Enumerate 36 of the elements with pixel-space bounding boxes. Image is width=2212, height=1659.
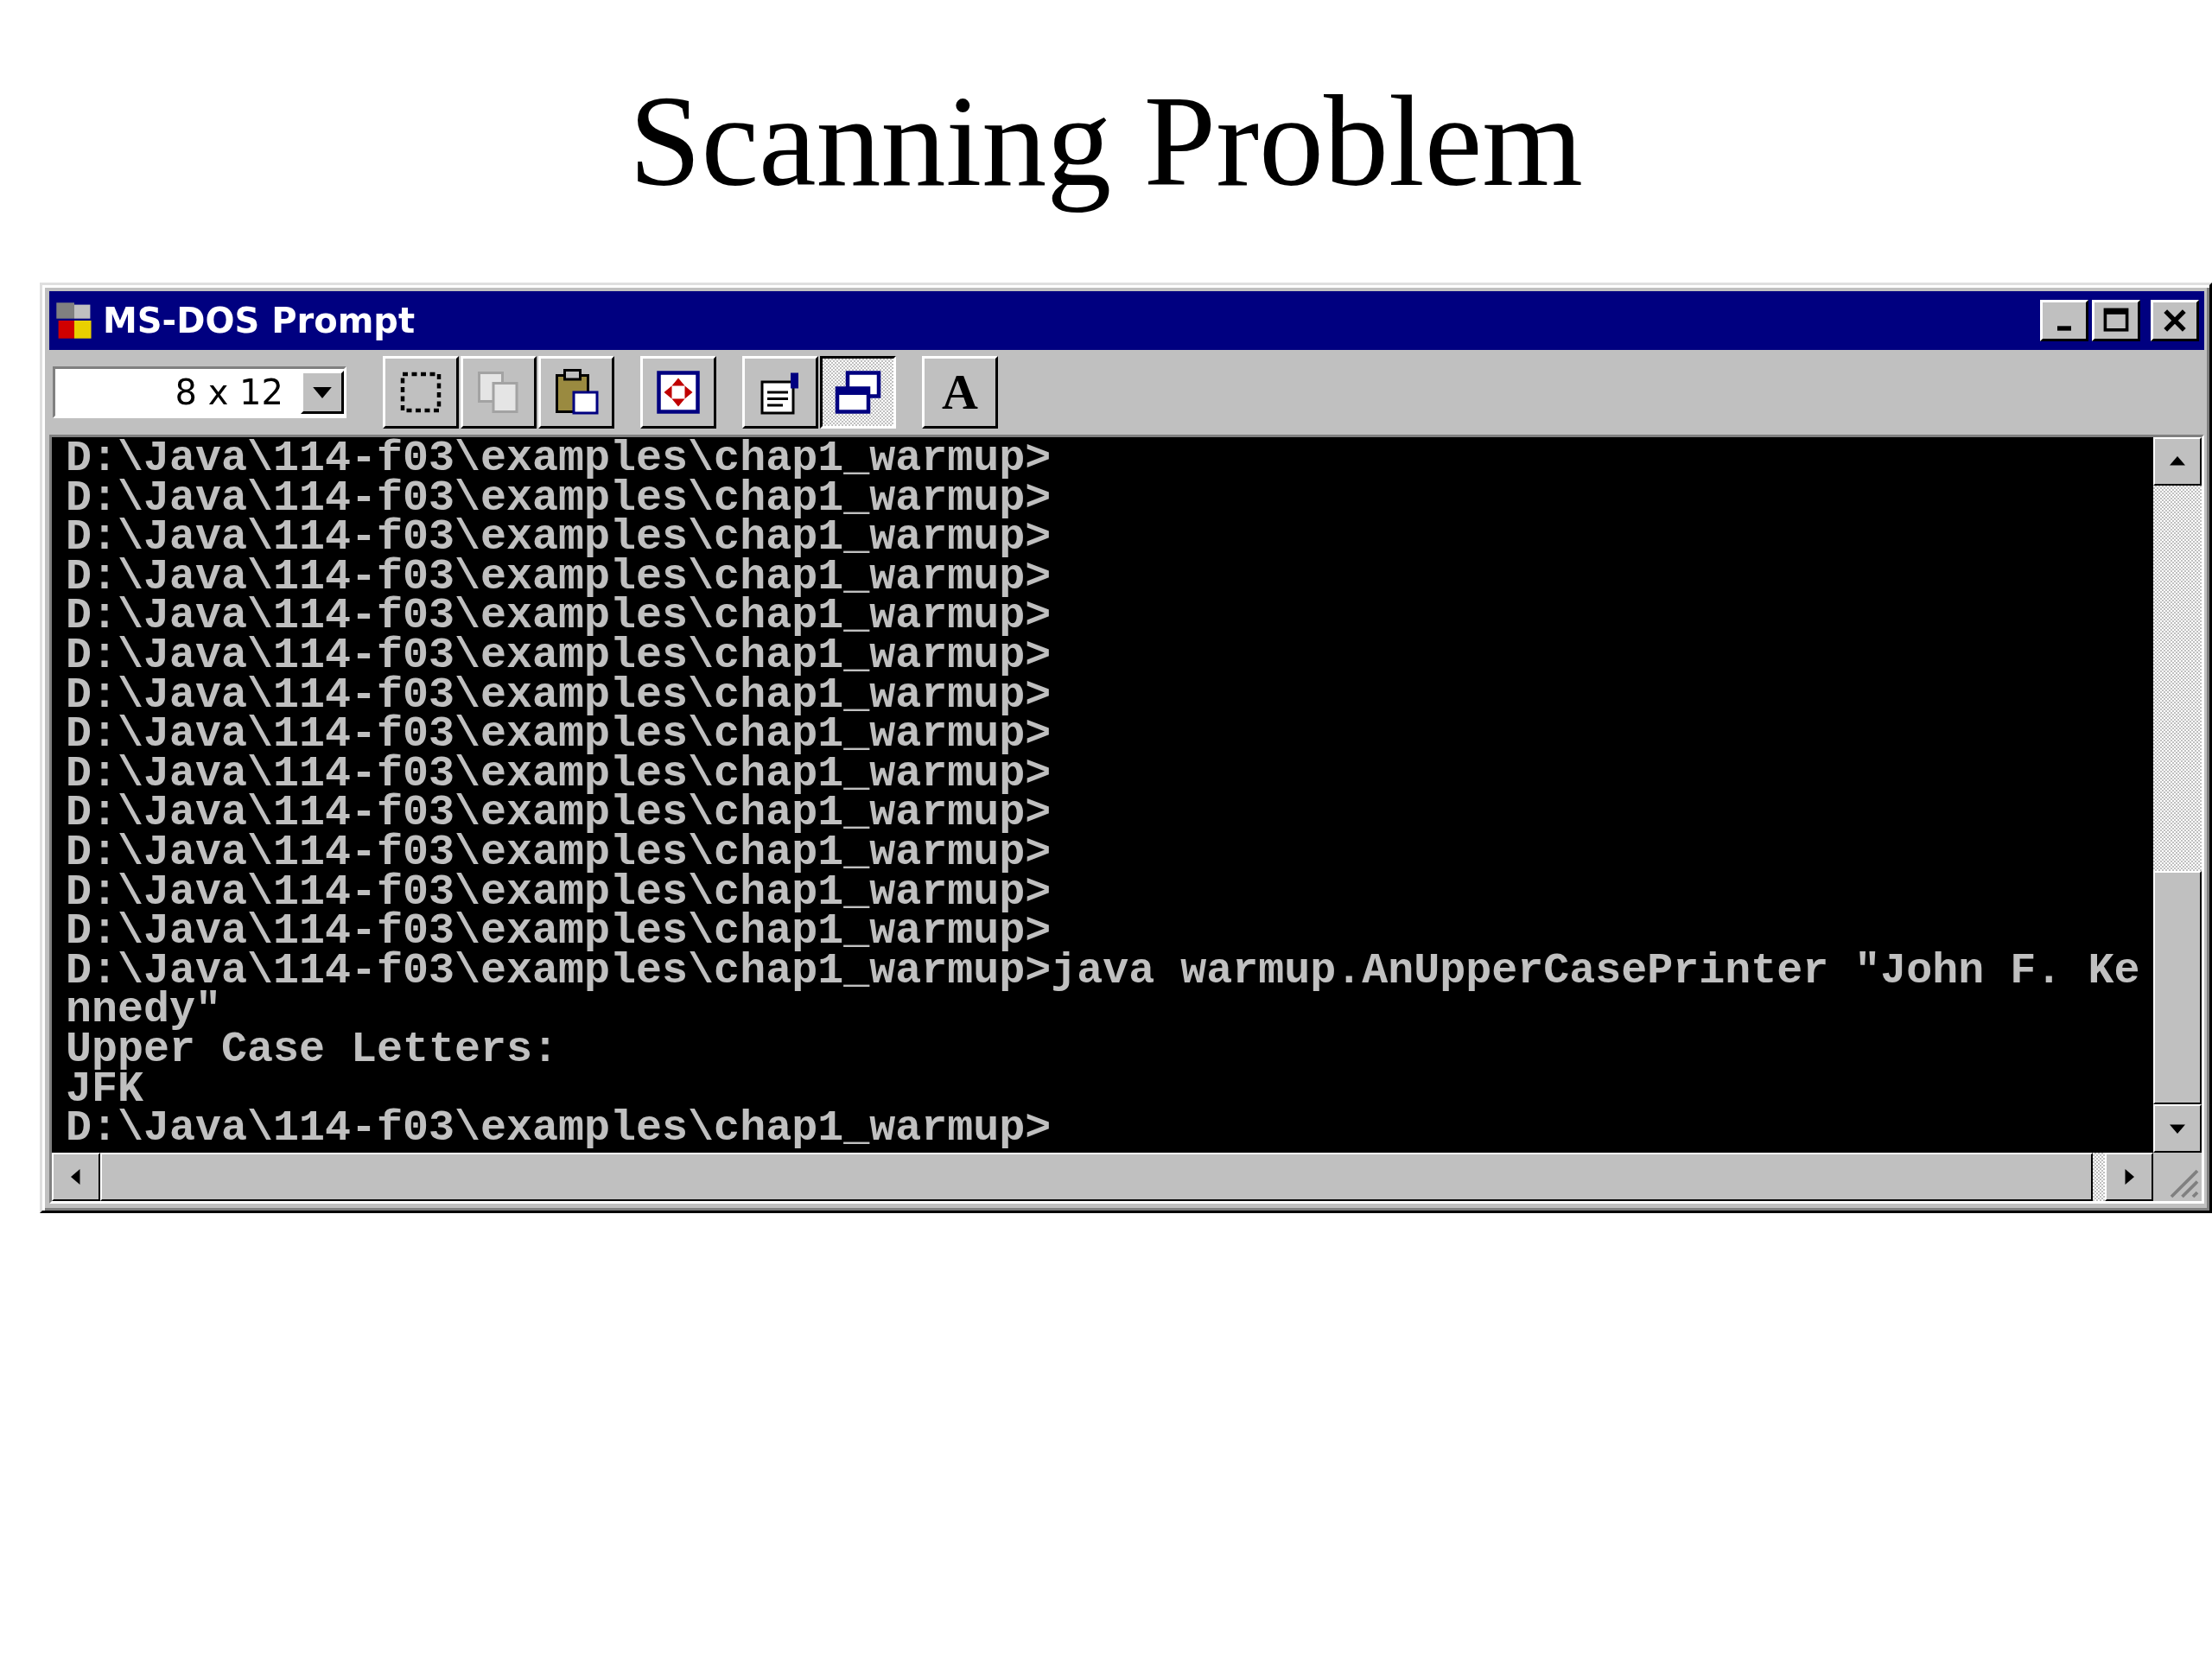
minimize-button[interactable] xyxy=(2040,300,2088,341)
console-line: D:\Java\114-f03\examples\chap1_warmup>java warmup.AnUpperCasePrinter "John F. Ke xyxy=(66,950,2140,991)
background-button[interactable] xyxy=(820,356,896,429)
ms-dos-icon xyxy=(54,301,94,340)
maximize-button[interactable] xyxy=(2092,300,2140,341)
window-title: MS-DOS Prompt xyxy=(103,301,416,340)
console-line: D:\Java\114-f03\examples\chap1_warmup> xyxy=(66,832,1052,873)
dropdown-arrow-icon xyxy=(313,386,332,398)
close-button[interactable] xyxy=(2151,300,2199,341)
console-line: D:\Java\114-f03\examples\chap1_warmup> xyxy=(66,753,1052,794)
console-line: D:\Java\114-f03\examples\chap1_warmup> xyxy=(66,556,1052,597)
scrollbar-thumb[interactable] xyxy=(2153,871,2202,1104)
console-line: nnedy" xyxy=(66,990,222,1030)
slide-title: Scanning Problem xyxy=(628,68,1584,214)
console-line: D:\Java\114-f03\examples\chap1_warmup> xyxy=(66,715,1052,754)
mark-button[interactable] xyxy=(383,356,459,429)
font-button[interactable]: A xyxy=(922,356,998,429)
console-line: D:\Java\114-f03\examples\chap1_warmup> xyxy=(66,675,1052,715)
console-line: D:\Java\114-f03\examples\chap1_warmup> xyxy=(66,793,1052,833)
console-line: D:\Java\114-f03\examples\chap1_warmup> xyxy=(66,596,1052,636)
console-line: D:\Java\114-f03\examples\chap1_warmup> xyxy=(66,872,1052,912)
console-line: D:\Java\114-f03\examples\chap1_warmup> xyxy=(66,478,1052,518)
console-line: D:\Java\114-f03\examples\chap1_warmup> xyxy=(66,439,1052,479)
console-line: D:\Java\114-f03\examples\chap1_warmup> xyxy=(66,518,1052,557)
full-screen-button[interactable] xyxy=(640,356,716,429)
console-line: D:\Java\114-f03\examples\chap1_warmup> xyxy=(66,635,1052,676)
console-line: D:\Java\114-f03\examples\chap1_warmup> xyxy=(66,912,1052,951)
scrollbar-track xyxy=(2093,1153,2105,1201)
properties-button[interactable] xyxy=(742,356,818,429)
console-line: JFK xyxy=(66,1069,143,1109)
console-line: D:\Java\114-f03\examples\chap1_warmup> xyxy=(66,1109,1052,1148)
console-line: Upper Case Letters: xyxy=(66,1029,559,1070)
minimize-icon xyxy=(2057,326,2071,331)
font-size-dropdown[interactable]: 8 x 12 xyxy=(53,366,346,418)
vertical-scrollbar[interactable] xyxy=(2153,437,2202,1153)
paste-button[interactable] xyxy=(538,356,614,429)
